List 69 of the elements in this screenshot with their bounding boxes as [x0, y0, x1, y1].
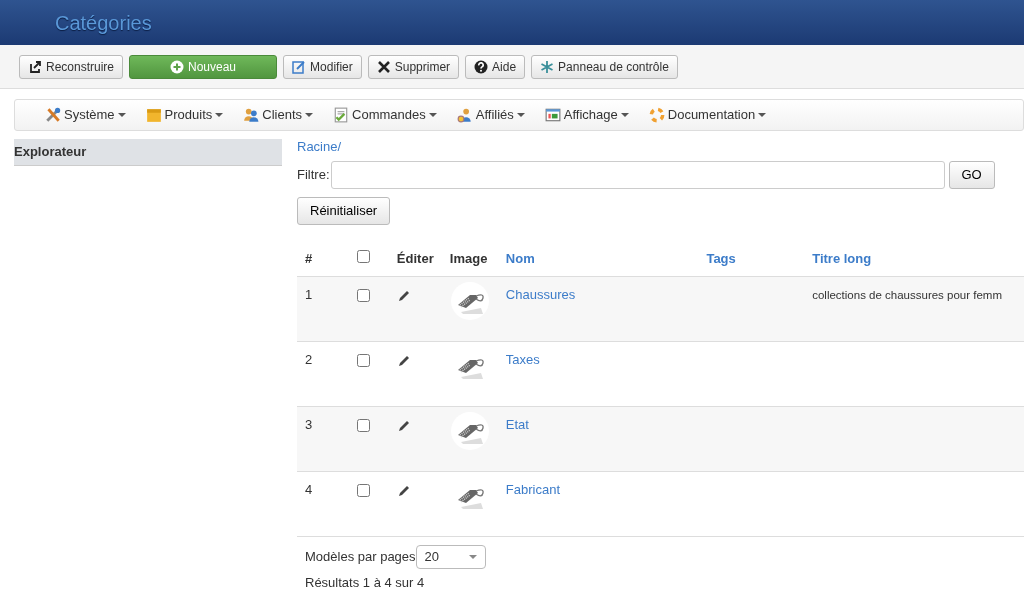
category-name-link[interactable]: Taxes: [505, 352, 540, 367]
caret-icon: [620, 113, 629, 117]
caret-icon: [305, 113, 314, 117]
per-page-select[interactable]: 20: [415, 545, 486, 569]
select-all-checkbox[interactable]: [356, 249, 370, 263]
breadcrumb-link[interactable]: Racine/: [297, 139, 342, 154]
category-name-link[interactable]: Etat: [505, 417, 529, 432]
row-number: 2: [305, 352, 313, 367]
tools-icon: [45, 107, 61, 123]
toolbar-button[interactable]: Reconstruire: [19, 54, 124, 79]
menu-item[interactable]: Affiliés: [456, 105, 525, 125]
caret-icon: [215, 113, 224, 117]
menu-item[interactable]: Affichage: [544, 105, 629, 125]
filter-label: Filtre:: [297, 165, 330, 184]
pencil-icon[interactable]: [396, 418, 411, 433]
window-icon: [544, 107, 561, 123]
page-title: Catégories: [55, 10, 152, 36]
menu-item[interactable]: Documentation: [648, 105, 767, 125]
users-icon: [243, 107, 260, 123]
menu-item[interactable]: Commandes: [333, 105, 437, 125]
toolbar-button[interactable]: Modifier: [283, 54, 362, 79]
caret-icon: [758, 113, 767, 117]
tag-drawing: [449, 411, 490, 451]
plus-circle-icon: [170, 59, 184, 74]
user-coin-icon: [456, 107, 473, 123]
long-title-text: collections de chaussures pour femm: [812, 289, 1003, 301]
pencil-icon[interactable]: [396, 483, 411, 498]
close-icon: [376, 59, 391, 74]
row-number: 3: [305, 417, 313, 432]
go-button[interactable]: GO: [948, 160, 995, 189]
pencil-icon[interactable]: [396, 288, 411, 303]
row-checkbox[interactable]: [356, 419, 370, 432]
column-header-link[interactable]: Titre long: [812, 250, 872, 266]
column-header-link[interactable]: Tags: [706, 250, 736, 266]
tag-drawing: [449, 281, 490, 321]
caret-icon: [117, 113, 126, 117]
pencil-icon[interactable]: [396, 353, 411, 368]
menu-item[interactable]: Clients: [243, 105, 314, 125]
toolbar-button[interactable]: Supprimer: [367, 54, 460, 79]
column-header-link[interactable]: Nom: [505, 250, 535, 266]
caret-icon: [468, 555, 477, 559]
help-icon: [474, 59, 489, 74]
category-name-link[interactable]: Fabricant: [505, 482, 561, 497]
document-check-icon: [333, 107, 350, 123]
sidebar-title: Explorateur: [14, 139, 282, 166]
row-checkbox[interactable]: [356, 484, 370, 497]
row-checkbox[interactable]: [356, 354, 370, 367]
column-header: Image: [449, 250, 488, 266]
filter-input[interactable]: [330, 160, 945, 189]
asterisk-icon: [540, 59, 555, 74]
row-number: 4: [305, 482, 313, 497]
menu-item[interactable]: Système: [45, 105, 126, 125]
toolbar-button[interactable]: Panneau de contrôle: [531, 54, 678, 79]
results-text: Résultats 1 à 4 sur 4: [304, 574, 426, 592]
category-name-link[interactable]: Chaussures: [505, 287, 576, 302]
edit-icon: [292, 59, 307, 74]
column-header: #: [305, 250, 313, 266]
caret-icon: [428, 113, 437, 117]
row-checkbox[interactable]: [356, 289, 370, 302]
column-header: Éditer: [396, 250, 434, 266]
export-icon: [28, 59, 42, 74]
reset-button[interactable]: Réinitialiser: [297, 196, 391, 225]
per-page-label: Modèles par pages: [305, 548, 416, 567]
menu-item[interactable]: Produits: [145, 105, 224, 125]
lifebuoy-icon: [648, 107, 665, 123]
caret-icon: [516, 113, 525, 117]
toolbar-button[interactable]: Aide: [465, 54, 526, 79]
row-number: 1: [305, 287, 313, 302]
folder-icon: [145, 107, 162, 123]
